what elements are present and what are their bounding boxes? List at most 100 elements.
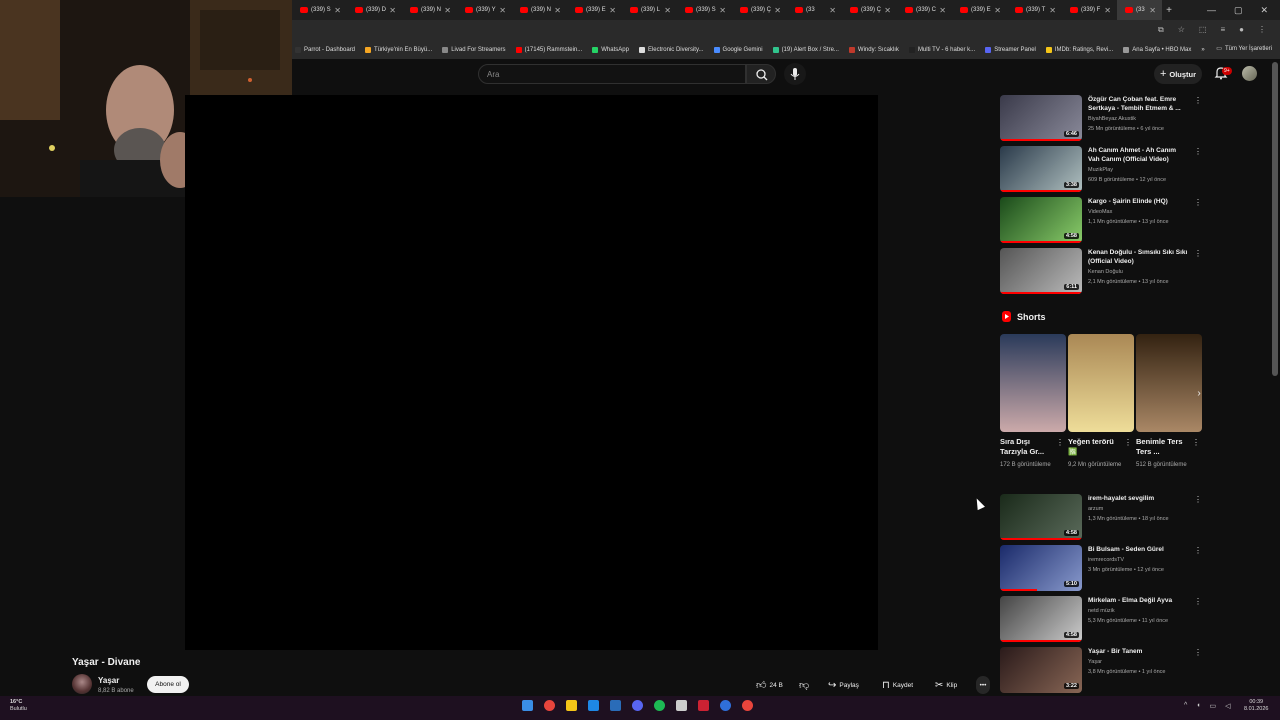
short-item[interactable]: Sıra Dışı Tarzıyla Gr... 172 B görüntüle… (1000, 334, 1066, 468)
video-channel[interactable]: netd müzik (1088, 608, 1115, 614)
video-channel[interactable]: Kenan Doğulu (1088, 269, 1123, 275)
more-vert-icon[interactable]: ⋮ (1258, 25, 1266, 35)
video-title[interactable]: Yaşar - Bir Tanem (1088, 647, 1188, 656)
chrome-icon[interactable] (544, 700, 555, 711)
search-button[interactable] (746, 64, 776, 84)
video-thumbnail[interactable]: 6:46 (1000, 95, 1082, 141)
shorts-next-button[interactable]: › (1190, 384, 1208, 402)
video-thumbnail[interactable]: 4:58 (1000, 596, 1082, 642)
close-tab-icon[interactable]: ✕ (664, 6, 671, 15)
close-tab-icon[interactable]: ✕ (334, 6, 341, 15)
app-icon[interactable] (720, 700, 731, 711)
save-button[interactable]: ⊓ Kaydet (882, 676, 913, 694)
close-tab-icon[interactable]: ✕ (1104, 6, 1111, 15)
short-thumbnail[interactable] (1000, 334, 1066, 432)
close-tab-icon[interactable]: ✕ (389, 6, 396, 15)
close-window-icon[interactable]: ✕ (1260, 5, 1268, 16)
bookmark-item[interactable]: Livad For Streamers (442, 46, 506, 53)
browser-tab[interactable]: (339) T ✕ (1007, 0, 1062, 20)
video-thumbnail[interactable]: 6:11 (1000, 248, 1082, 294)
video-title[interactable]: irem-hayalet sevgilim (1088, 494, 1188, 503)
discord-icon[interactable] (632, 700, 643, 711)
video-channel[interactable]: iremrecordsTV (1088, 557, 1124, 563)
related-video[interactable]: 6:11 Kenan Doğulu - Sımsıkı Sıkı Sıkı (O… (1000, 248, 1210, 294)
more-vert-icon[interactable]: ⋮ (1194, 495, 1202, 504)
clip-button[interactable]: ✂ Klip (935, 676, 957, 694)
video-thumbnail[interactable]: 4:58 (1000, 197, 1082, 243)
bookmark-item[interactable]: Google Gemini (713, 46, 763, 53)
bookmark-item[interactable]: (17145) Rammstein... (515, 46, 582, 53)
browser-tab-active[interactable]: (33 ✕ (1117, 0, 1162, 20)
minimize-icon[interactable]: — (1207, 5, 1216, 15)
like-button[interactable]: 👍︎ 24 B (756, 676, 783, 694)
video-title[interactable]: Ah Canım Ahmet - Ah Canım Vah Canım (Off… (1088, 146, 1188, 164)
close-tab-icon[interactable]: ✕ (1149, 6, 1156, 15)
channel-avatar[interactable] (72, 674, 92, 694)
spotify-icon[interactable] (654, 700, 665, 711)
bookmarks-overflow-button[interactable]: » (1201, 47, 1204, 53)
short-title[interactable]: Benimle Ters Ters ... (1136, 437, 1190, 457)
related-video[interactable]: 4:58 Kargo - Şairin Elinde (HQ) VideoMax… (1000, 197, 1210, 243)
app-icon[interactable] (742, 700, 753, 711)
bookmark-star-icon[interactable]: ☆ (1178, 25, 1185, 35)
short-title[interactable]: Sıra Dışı Tarzıyla Gr... (1000, 437, 1054, 457)
volume-icon[interactable]: ◁ (1225, 702, 1230, 710)
related-video[interactable]: 4:58 irem-hayalet sevgilim arzum 1,3 Mn … (1000, 494, 1210, 540)
video-title[interactable]: Mirkelam - Elma Değil Ayva (1088, 596, 1188, 605)
weather-widget[interactable]: 16°C Bulutlu (10, 699, 27, 713)
windows-start-icon[interactable] (522, 700, 533, 711)
browser-tab[interactable]: (339) S ✕ (677, 0, 732, 20)
related-video[interactable]: 3:22 Yaşar - Bir Tanem Yaşar 3,8 Mn görü… (1000, 647, 1210, 693)
browser-tab[interactable]: (339) Ç ✕ (732, 0, 787, 20)
bookmark-item[interactable]: Türkiye'nin En Büyü... (365, 46, 432, 53)
video-channel[interactable]: BiyahBeyaz Akustik (1088, 116, 1136, 122)
calculator-icon[interactable] (676, 700, 687, 711)
bookmark-item[interactable]: Ana Sayfa • HBO Max (1123, 46, 1191, 53)
chevron-up-icon[interactable]: ^ (1184, 702, 1187, 710)
browser-tab[interactable]: (339) F ✕ (1062, 0, 1117, 20)
video-thumbnail[interactable]: 4:58 (1000, 494, 1082, 540)
video-player[interactable] (185, 95, 878, 650)
more-vert-icon[interactable]: ⋮ (1194, 648, 1202, 657)
more-vert-icon[interactable]: ⋮ (1194, 546, 1202, 555)
close-tab-icon[interactable]: ✕ (829, 6, 836, 15)
bookmark-item[interactable]: Parrot - Dashboard (295, 46, 355, 53)
menu-icon[interactable]: ≡ (1220, 25, 1225, 35)
video-channel[interactable]: MuzikPlay (1088, 167, 1113, 173)
app-icon[interactable] (588, 700, 599, 711)
browser-tab[interactable]: (339) N ✕ (512, 0, 567, 20)
video-thumbnail[interactable]: 3:22 (1000, 647, 1082, 693)
related-video[interactable]: 6:46 Özgür Can Çoban feat. Emre Sertkaya… (1000, 95, 1210, 141)
browser-tab[interactable]: (339) E ✕ (567, 0, 622, 20)
page-scrollbar[interactable] (1272, 62, 1278, 376)
related-video[interactable]: 3:38 Ah Canım Ahmet - Ah Canım Vah Canım… (1000, 146, 1210, 192)
maximize-icon[interactable]: ▢ (1234, 5, 1243, 16)
browser-tab[interactable]: (339) C ✕ (897, 0, 952, 20)
bookmark-item[interactable]: Windy: Sıcaklık (848, 46, 899, 53)
bookmark-item[interactable]: IMDb: Ratings, Revi... (1045, 46, 1113, 53)
cast-icon[interactable]: ⧉ (1158, 25, 1164, 35)
all-bookmarks-button[interactable]: ▭ Tüm Yer İşaretleri (1216, 45, 1272, 53)
bookmark-item[interactable]: Streamer Panel (985, 46, 1036, 53)
browser-tab[interactable]: (339) Y ✕ (457, 0, 512, 20)
channel-name[interactable]: Yaşar (98, 676, 119, 685)
steam-icon[interactable] (610, 700, 621, 711)
more-vert-icon[interactable]: ⋮ (1194, 96, 1202, 105)
subscribe-button[interactable]: Abone ol (147, 676, 189, 693)
dislike-button[interactable]: 👎︎ (799, 676, 809, 694)
mic-tray-icon[interactable]: ◖ (1196, 702, 1200, 710)
browser-tab[interactable]: (339) S ✕ (292, 0, 347, 20)
close-tab-icon[interactable]: ✕ (719, 6, 726, 15)
browser-tab[interactable]: (339) D ✕ (347, 0, 402, 20)
close-tab-icon[interactable]: ✕ (444, 6, 451, 15)
account-avatar[interactable] (1242, 66, 1257, 81)
more-vert-icon[interactable]: ⋮ (1194, 597, 1202, 606)
browser-tab[interactable]: (33 ✕ (787, 0, 842, 20)
browser-tab[interactable]: (339) N ✕ (402, 0, 457, 20)
close-tab-icon[interactable]: ✕ (554, 6, 561, 15)
close-tab-icon[interactable]: ✕ (939, 6, 946, 15)
more-vert-icon[interactable]: ⋮ (1194, 147, 1202, 156)
share-button[interactable]: ↪ Paylaş (828, 676, 859, 694)
video-channel[interactable]: Yaşar (1088, 659, 1102, 665)
more-vert-icon[interactable]: ⋮ (1194, 198, 1202, 207)
